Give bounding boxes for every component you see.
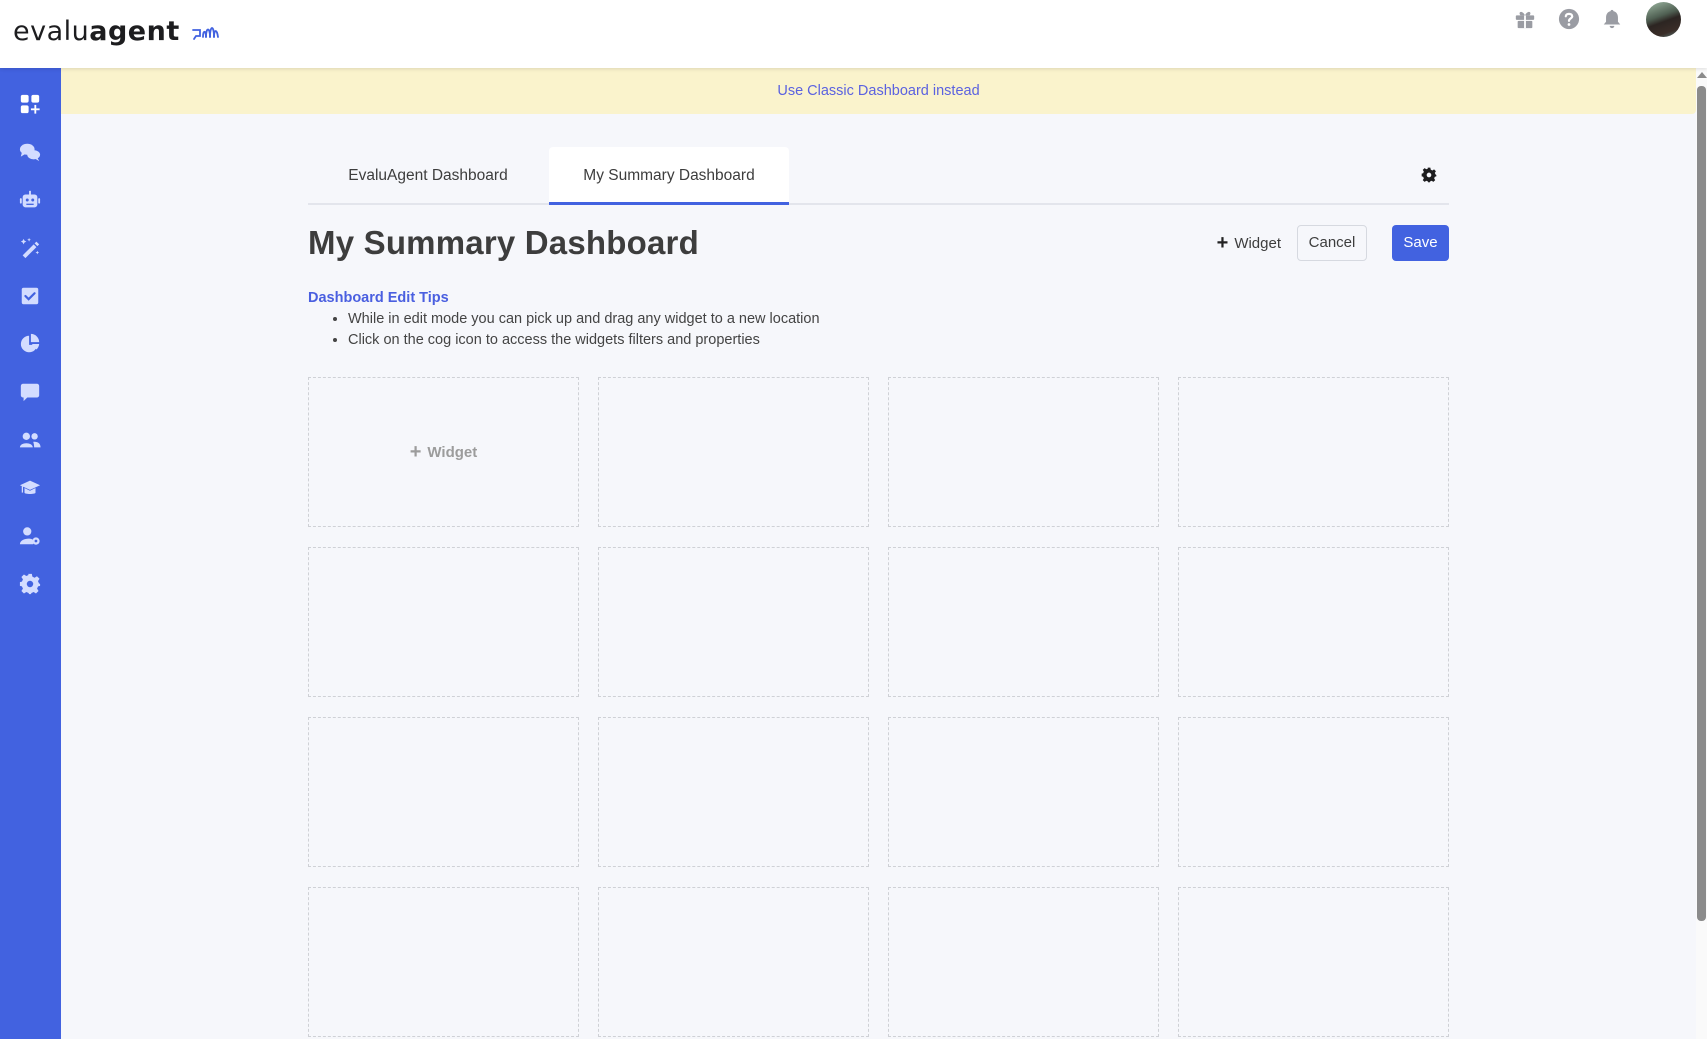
widget-slot[interactable]: [1178, 547, 1449, 697]
sidebar-item-conversations[interactable]: [15, 137, 45, 167]
vertical-scrollbar[interactable]: [1696, 68, 1707, 1039]
edit-tips-title: Dashboard Edit Tips: [308, 290, 449, 306]
gift-icon[interactable]: [1514, 8, 1538, 32]
logo-text-light: evalu: [13, 16, 90, 47]
widget-slot[interactable]: [308, 547, 579, 697]
top-bar: evaluagent: [0, 0, 1707, 68]
edit-tip: Click on the cog icon to access the widg…: [348, 330, 820, 351]
sidebar-item-user-settings[interactable]: [15, 521, 45, 551]
checkbox-icon: [21, 287, 39, 305]
widget-slot[interactable]: [888, 717, 1159, 867]
classic-dashboard-banner: Use Classic Dashboard instead: [61, 68, 1696, 114]
pie-chart-icon: [20, 333, 40, 353]
chat-bubbles-icon: [19, 143, 41, 162]
sidebar-item-tasks[interactable]: [15, 281, 45, 311]
widget-slot[interactable]: [1178, 887, 1449, 1037]
gear-icon: [19, 573, 41, 595]
sidebar-item-magic[interactable]: [15, 233, 45, 263]
tab-my-summary-dashboard[interactable]: My Summary Dashboard: [549, 147, 789, 205]
sidebar-item-users[interactable]: [15, 425, 45, 455]
scroll-up-arrow-icon[interactable]: [1697, 72, 1707, 78]
plus-icon: +: [1216, 232, 1229, 254]
dashboard-settings-cog-icon[interactable]: [1421, 167, 1439, 185]
logo[interactable]: evaluagent: [13, 16, 221, 47]
widget-slot[interactable]: [598, 717, 869, 867]
logo-text-bold: agent: [89, 16, 180, 47]
logo-wave-icon: [191, 27, 219, 40]
sidebar-item-settings[interactable]: [15, 569, 45, 599]
dashboard-tabs: EvaluAgent Dashboard My Summary Dashboar…: [308, 147, 1449, 205]
page-title: My Summary Dashboard: [308, 224, 699, 261]
widget-slot[interactable]: [888, 547, 1159, 697]
sidebar-item-feedback[interactable]: [15, 377, 45, 407]
add-widget-button[interactable]: + Widget: [1217, 225, 1281, 261]
bell-icon[interactable]: [1601, 8, 1625, 32]
scrollbar-thumb[interactable]: [1697, 86, 1706, 921]
magic-wand-icon: [20, 237, 40, 259]
plus-icon: +: [409, 440, 422, 463]
widget-slot[interactable]: [888, 887, 1159, 1037]
sidebar-item-dashboard-add[interactable]: [15, 89, 45, 119]
widget-slot[interactable]: [598, 377, 869, 527]
sidebar-item-reports[interactable]: [15, 329, 45, 359]
edit-tip: While in edit mode you can pick up and d…: [348, 309, 820, 330]
widget-slot[interactable]: [1178, 377, 1449, 527]
user-gear-icon: [19, 527, 40, 545]
avatar[interactable]: [1646, 2, 1681, 37]
add-widget-label: Widget: [1234, 235, 1281, 252]
widget-slot[interactable]: [308, 887, 579, 1037]
edit-tips-list: While in edit mode you can pick up and d…: [348, 309, 820, 351]
widget-slot[interactable]: [308, 717, 579, 867]
dashboard-plus-icon: [20, 94, 40, 114]
help-icon[interactable]: [1558, 8, 1582, 32]
tab-evaluagent-dashboard[interactable]: EvaluAgent Dashboard: [308, 147, 548, 205]
sidebar-item-training[interactable]: [15, 473, 45, 503]
use-classic-dashboard-link[interactable]: Use Classic Dashboard instead: [777, 83, 979, 99]
add-widget-slot-button[interactable]: + Widget: [309, 378, 578, 526]
widget-slot[interactable]: [598, 887, 869, 1037]
users-icon: [19, 432, 41, 448]
edit-tips: Dashboard Edit Tips While in edit mode y…: [308, 290, 820, 351]
cancel-button[interactable]: Cancel: [1297, 225, 1367, 261]
widget-slot[interactable]: [598, 547, 869, 697]
comment-icon: [20, 383, 40, 402]
widget-slot[interactable]: + Widget: [308, 377, 579, 527]
graduation-cap-icon: [19, 480, 41, 494]
sidebar: [0, 68, 61, 1039]
sidebar-item-bots[interactable]: [15, 185, 45, 215]
save-button[interactable]: Save: [1392, 225, 1449, 261]
robot-icon: [19, 190, 41, 208]
widget-slot[interactable]: [1178, 717, 1449, 867]
widget-slot[interactable]: [888, 377, 1159, 527]
add-widget-slot-label: Widget: [427, 443, 478, 461]
